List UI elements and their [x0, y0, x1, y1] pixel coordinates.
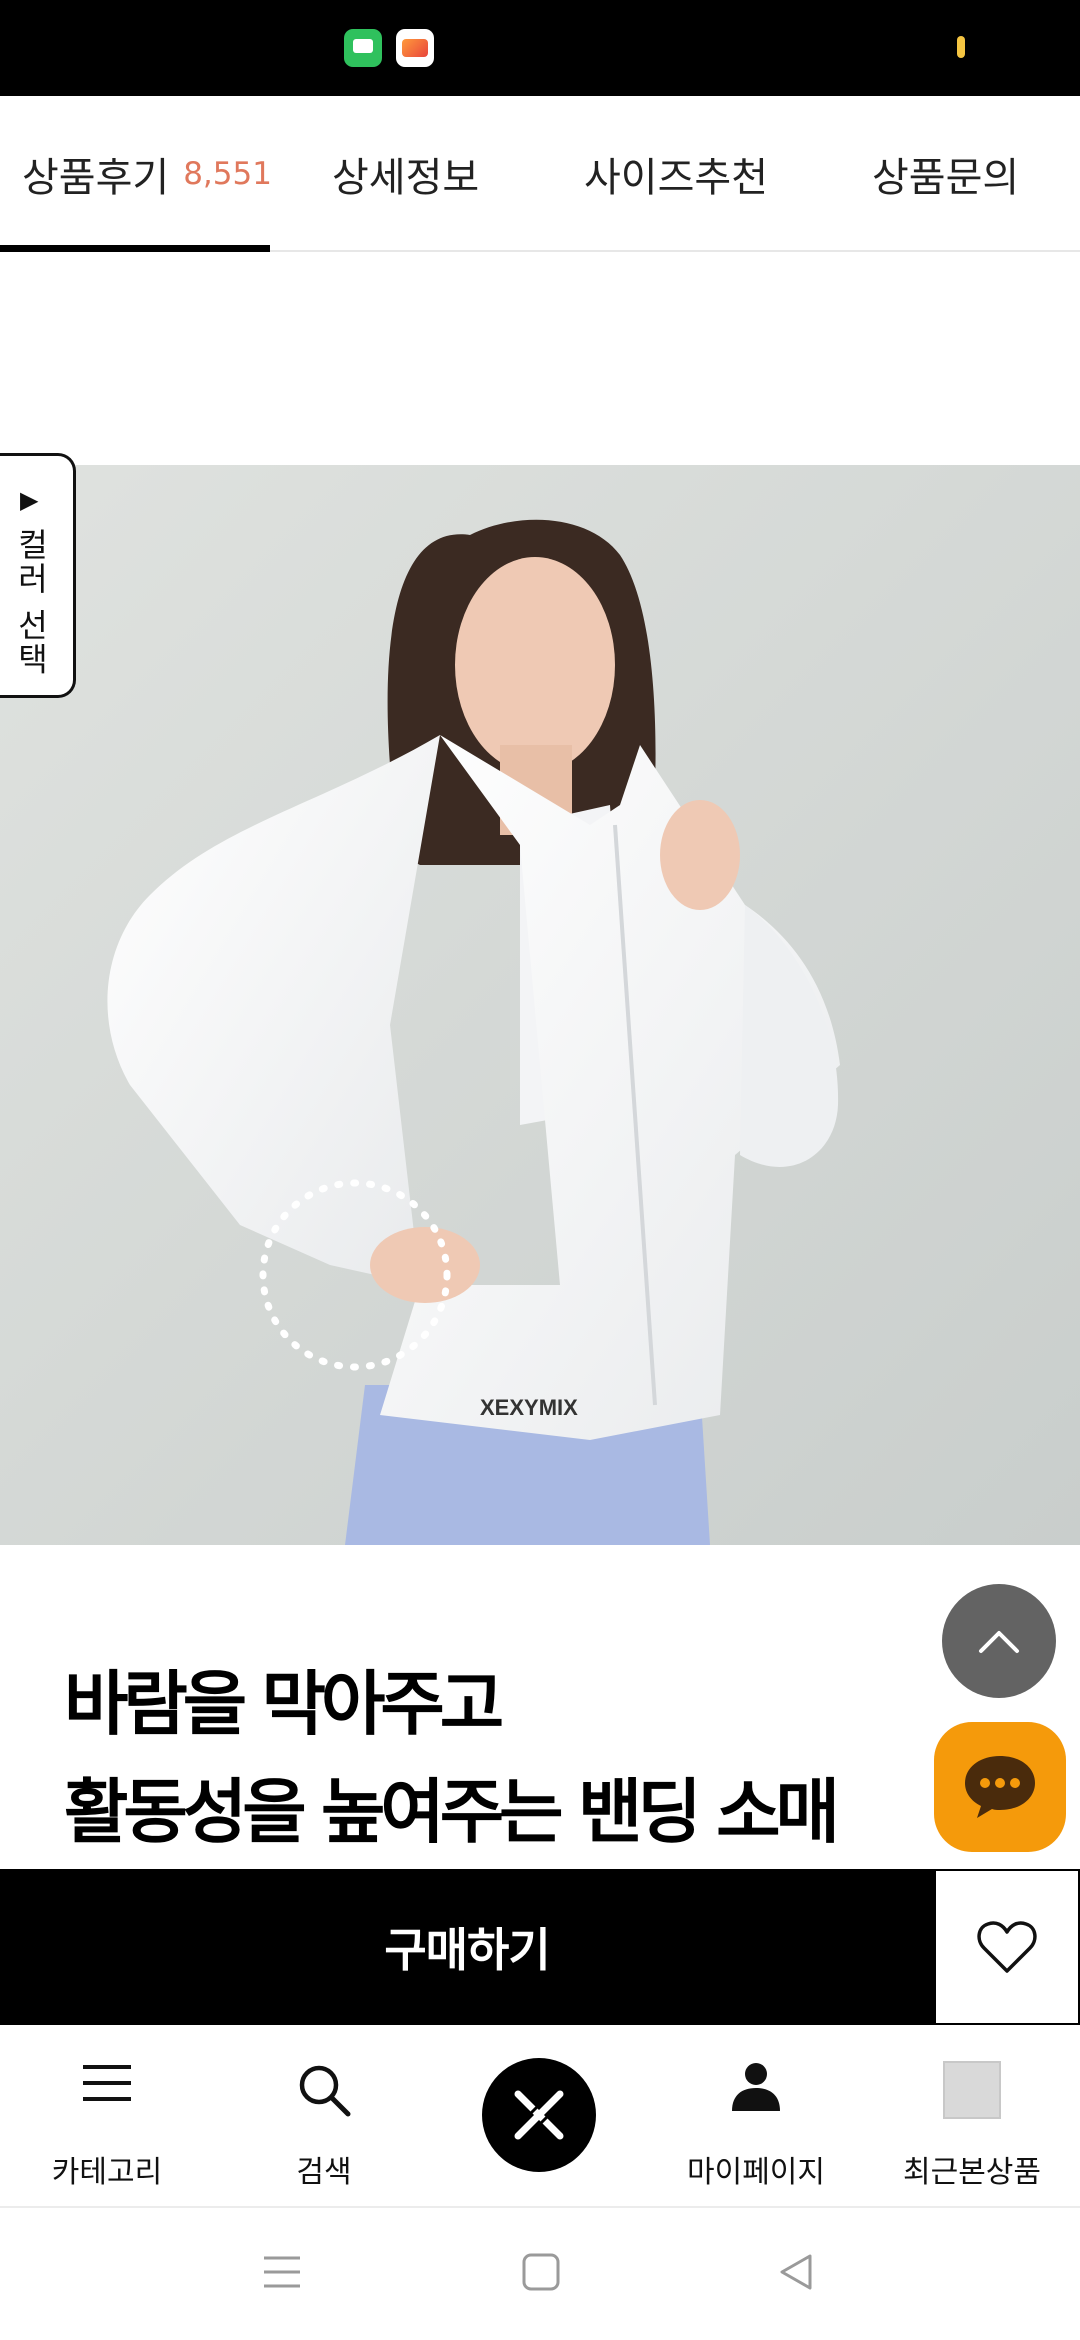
battery-icon [957, 36, 965, 58]
play-arrow-icon: ▶ [20, 486, 39, 514]
headline-line-2: 활동성을 높여주는 밴딩 소매 [64, 1771, 840, 1853]
nav-recent-label: 최근본상품 [903, 2155, 1041, 2190]
nav-category-label: 카테고리 [51, 2155, 163, 2190]
menu-icon [83, 2065, 131, 2101]
tab-reviews-label: 상품후기 [22, 155, 170, 201]
search-icon [299, 2065, 351, 2117]
active-tab-indicator [0, 245, 270, 252]
home-icon[interactable] [521, 2252, 561, 2292]
tab-size-label: 사이즈추천 [584, 155, 768, 201]
color-select-tab[interactable]: ▶ 컬러 선택 [0, 453, 76, 698]
tab-details[interactable]: 상세정보 [332, 96, 479, 252]
product-tabs: 상품후기 8,551 상세정보 사이즈추천 상품문의 [0, 96, 1080, 252]
color-select-label: 컬러 선택 [12, 528, 50, 677]
nav-mypage-label: 마이페이지 [687, 2155, 825, 2190]
chat-bubble-icon [965, 1756, 1035, 1818]
recent-thumbnail [943, 2061, 1001, 2119]
messages-app-icon [344, 29, 382, 67]
tab-qna-label: 상품문의 [872, 155, 1020, 201]
buy-button[interactable]: 구매하기 [0, 1869, 934, 2025]
review-count: 8,551 [183, 156, 272, 192]
product-photo: XEXYMIX [0, 465, 1080, 1545]
recents-icon[interactable] [262, 2252, 302, 2292]
person-icon [732, 2063, 780, 2111]
tab-size-recommend[interactable]: 사이즈추천 [584, 96, 768, 252]
system-navigation [0, 2208, 1080, 2340]
nav-category[interactable]: 카테고리 [7, 2025, 207, 2208]
product-image: XEXYMIX [0, 465, 1080, 1545]
wishlist-button[interactable] [934, 1869, 1080, 2025]
nav-search-label: 검색 [296, 2155, 352, 2190]
nav-mypage[interactable]: 마이페이지 [656, 2025, 856, 2208]
status-bar [0, 0, 1080, 96]
nav-recent-products[interactable]: 최근본상품 [872, 2025, 1072, 2208]
tab-qna[interactable]: 상품문의 [872, 96, 1019, 252]
jacket-logo: XEXYMIX [480, 1395, 578, 1420]
heart-icon [977, 1921, 1037, 1973]
nav-search[interactable]: 검색 [224, 2025, 424, 2208]
nav-home[interactable] [482, 2058, 596, 2172]
chat-button[interactable] [934, 1722, 1066, 1852]
product-headline: 바람을 막아주고 활동성을 높여주는 밴딩 소매 [64, 1650, 840, 1866]
tab-details-label: 상세정보 [332, 155, 480, 201]
chevron-up-icon [979, 1631, 1019, 1653]
headline-line-1: 바람을 막아주고 [64, 1663, 504, 1745]
back-icon[interactable] [776, 2252, 816, 2292]
tab-reviews[interactable]: 상품후기 8,551 [22, 96, 272, 252]
scroll-to-top-button[interactable] [942, 1584, 1056, 1698]
purchase-bar: 구매하기 [0, 1869, 1080, 2025]
brand-logo-icon [514, 2090, 564, 2140]
gallery-app-icon [396, 29, 434, 67]
bottom-navigation: 카테고리 검색 마이페이지 최근본상품 [0, 2025, 1080, 2208]
